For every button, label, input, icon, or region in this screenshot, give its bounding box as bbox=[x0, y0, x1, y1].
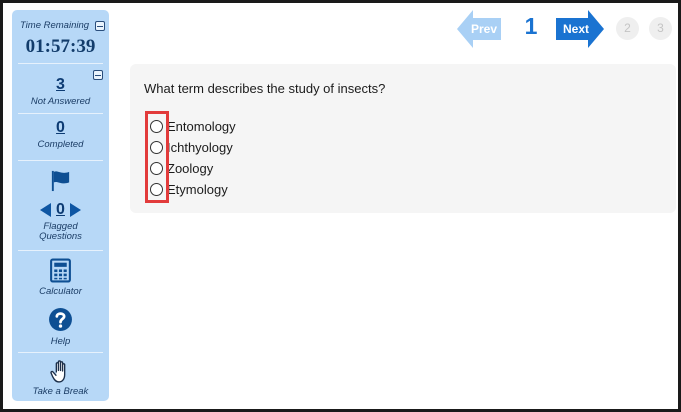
divider bbox=[18, 352, 103, 353]
help-icon[interactable] bbox=[48, 307, 73, 332]
flagged-next-icon[interactable] bbox=[69, 203, 81, 217]
completed-count[interactable]: 0 bbox=[12, 119, 109, 137]
flagged-prev-icon[interactable] bbox=[40, 203, 52, 217]
take-break-label[interactable]: Take a Break bbox=[12, 386, 109, 397]
question-card: What term describes the study of insects… bbox=[130, 64, 676, 213]
current-page-number: 1 bbox=[524, 13, 538, 39]
flagged-label-line2: Questions bbox=[39, 231, 82, 242]
time-remaining-label: Time Remaining bbox=[19, 20, 90, 31]
completed-label: Completed bbox=[37, 139, 84, 150]
help-label[interactable]: Help bbox=[12, 336, 109, 347]
prev-label: Prev bbox=[471, 22, 498, 36]
question-text: What term describes the study of insects… bbox=[144, 81, 386, 96]
hand-icon[interactable] bbox=[48, 359, 73, 384]
exam-sidebar: Time Remaining 01:57:39 3 Not Answered 0… bbox=[12, 10, 109, 401]
answer-label[interactable]: Entomology bbox=[167, 119, 236, 134]
flagged-count[interactable]: 0 bbox=[56, 201, 65, 219]
divider bbox=[18, 250, 103, 251]
next-label: Next bbox=[563, 22, 590, 36]
answer-label[interactable]: Zoology bbox=[167, 161, 213, 176]
not-answered-count[interactable]: 3 bbox=[12, 76, 109, 94]
not-answered-label: Not Answered bbox=[30, 96, 91, 107]
divider bbox=[18, 63, 103, 64]
timer-collapse-button[interactable] bbox=[95, 21, 105, 31]
page-2-button[interactable]: 2 bbox=[616, 17, 639, 40]
radio-highlight-box bbox=[145, 111, 169, 203]
flag-icon[interactable] bbox=[49, 169, 72, 192]
timer-display: 01:57:39 bbox=[25, 36, 96, 57]
page-3-button[interactable]: 3 bbox=[649, 17, 672, 40]
prev-button[interactable]: Prev bbox=[457, 10, 501, 48]
answer-label[interactable]: Ichthyology bbox=[167, 140, 233, 155]
divider bbox=[18, 160, 103, 161]
flagged-navigator: 0 bbox=[12, 200, 109, 220]
calculator-icon[interactable] bbox=[48, 258, 73, 283]
next-button[interactable]: Next bbox=[556, 10, 604, 48]
calculator-label[interactable]: Calculator bbox=[12, 286, 109, 297]
divider bbox=[18, 113, 103, 114]
answer-label[interactable]: Etymology bbox=[167, 182, 228, 197]
